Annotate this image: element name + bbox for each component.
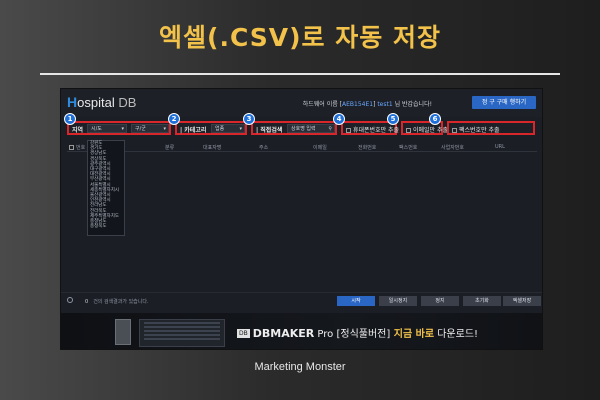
region-province-select[interactable]: 시/도 ▾	[87, 124, 127, 133]
checkbox[interactable]	[452, 128, 457, 133]
results-table	[67, 153, 537, 289]
banner-cta-rest: 다운로드!	[434, 329, 479, 340]
banner-product: DBMAKER	[252, 327, 315, 340]
region-dropdown-list: 강원도 경기도 경상남도 경상북도 광주광역시 대구광역시 대전광역시 부산광역…	[87, 140, 125, 236]
banner-cta-bold: 지금 바로	[390, 329, 435, 340]
search-icon	[67, 297, 73, 303]
bottom-toolbar: 0 건의 검색결과가 있습니다. 시작 일시정지 정지 초기화 엑셀저장	[61, 292, 542, 308]
product-screenshot	[139, 319, 225, 347]
db-logo-icon: DB	[237, 329, 250, 338]
col-email[interactable]: 이메일	[313, 144, 327, 151]
welcome-message: 하드웨어 이름 [AEB154E1] test1 님 반갑습니다!	[303, 99, 432, 108]
col-owner[interactable]: 대표자명	[203, 144, 221, 151]
direct-search-input[interactable]: 상호명 입력 ⚲	[287, 124, 335, 133]
direct-search-label-text: 직접검색	[260, 127, 283, 134]
product-box-image	[115, 319, 131, 345]
mobile-only-option[interactable]: 휴대폰번호만 추출	[346, 125, 399, 134]
region-province-value: 시/도	[91, 126, 102, 132]
fax-only-option[interactable]: 팩스번호만 추출	[452, 125, 500, 134]
step-badge-5: 5	[387, 113, 399, 125]
col-phone[interactable]: 전화번호	[358, 144, 376, 151]
fax-only-option-box: 팩스번호만 추출	[447, 121, 535, 135]
search-icon: ⚲	[328, 126, 332, 132]
promo-banner[interactable]: DB DBMAKER Pro [정식풀버전] 지금 바로 다운로드!	[61, 313, 542, 349]
banner-edition: [정식풀버전]	[336, 329, 391, 340]
chevron-down-icon: ▾	[239, 126, 242, 132]
col-no[interactable]: 번호	[69, 144, 85, 151]
logo-h: H	[67, 94, 78, 110]
chevron-down-icon: ▾	[121, 126, 124, 132]
direct-search-label: | 직접검색	[256, 127, 283, 134]
hardware-id: AEB154E1	[341, 101, 374, 108]
category-label-text: 카테고리	[184, 127, 207, 134]
step-badge-3: 3	[243, 113, 255, 125]
region-filter-box: 지역 시/도 ▾ 구/군 ▾	[67, 121, 171, 135]
step-badge-6: 6	[429, 113, 441, 125]
result-status-text: 건의 검색결과가 있습니다.	[93, 299, 149, 305]
result-status: 0 건의 검색결과가 있습니다.	[85, 298, 149, 305]
fax-only-label: 팩스번호만 추출	[459, 127, 500, 134]
col-no-label: 번호	[76, 145, 86, 151]
banner-text: DB DBMAKER Pro [정식풀버전] 지금 바로 다운로드!	[237, 325, 478, 340]
category-value: 업종	[215, 126, 225, 132]
logo-text: ospital	[77, 95, 115, 110]
logo-db: DB	[118, 95, 137, 110]
col-bizno[interactable]: 사업자번호	[441, 144, 464, 151]
welcome-prefix: 하드웨어 이름 [	[302, 101, 342, 108]
col-address[interactable]: 주소	[259, 144, 268, 151]
email-only-option[interactable]: 이메일만 추출	[406, 125, 448, 134]
region-label: 지역	[72, 127, 84, 134]
step-badge-2: 2	[168, 113, 180, 125]
category-select[interactable]: 업종 ▾	[211, 124, 245, 133]
category-filter-box: | 카테고리 업종 ▾	[175, 121, 247, 135]
pause-button[interactable]: 일시정지	[379, 296, 417, 306]
checkbox[interactable]	[406, 128, 411, 133]
mobile-only-label: 휴대폰번호만 추출	[353, 127, 400, 134]
welcome-suffix: 님 반갑습니다!	[392, 101, 432, 108]
step-badge-4: 4	[333, 113, 345, 125]
table-header: 번호 분류 대표자명 주소 이메일 전화번호 팩스번호 사업자번호 URL	[67, 142, 537, 152]
checkbox[interactable]	[346, 128, 351, 133]
col-url[interactable]: URL	[495, 144, 505, 150]
app-logo: Hospital DB	[67, 94, 136, 110]
region-city-value: 구/군	[135, 126, 146, 132]
start-button[interactable]: 시작	[337, 296, 375, 306]
direct-search-box: | 직접검색 상호명 입력 ⚲	[251, 121, 337, 135]
reset-button[interactable]: 초기화	[463, 296, 501, 306]
app-window: Hospital DB 하드웨어 이름 [AEB154E1] test1 님 반…	[60, 88, 543, 350]
user-name: test1	[377, 101, 393, 108]
step-badge-1: 1	[64, 113, 76, 125]
slide-title: 엑셀(.CSV)로 자동 저장	[159, 23, 441, 52]
direct-search-placeholder: 상호명 입력	[291, 126, 316, 132]
col-fax[interactable]: 팩스번호	[399, 144, 417, 151]
title-divider	[40, 73, 560, 75]
chevron-down-icon: ▾	[163, 126, 166, 132]
result-count: 0	[85, 299, 89, 305]
dropdown-item[interactable]: 충청북도	[88, 224, 124, 229]
stop-button[interactable]: 정지	[421, 296, 459, 306]
buy-button[interactable]: 정 구 구매 행하기	[472, 96, 536, 109]
filter-row: 지역 시/도 ▾ 구/군 ▾ | 카테고리 업종 ▾ | 직접검색 상호명 입력 ⚲ 휴…	[64, 113, 537, 137]
select-all-checkbox[interactable]	[69, 145, 74, 150]
banner-product-sub: Pro	[314, 329, 337, 340]
col-category[interactable]: 분류	[165, 144, 174, 151]
footer-label: Marketing Monster	[254, 361, 346, 373]
category-label: | 카테고리	[180, 127, 207, 134]
excel-save-button[interactable]: 엑셀저장	[503, 296, 541, 306]
region-city-select[interactable]: 구/군 ▾	[131, 124, 169, 133]
app-header: Hospital DB 하드웨어 이름 [AEB154E1] test1 님 반…	[61, 89, 542, 117]
email-only-label: 이메일만 추출	[413, 127, 449, 134]
